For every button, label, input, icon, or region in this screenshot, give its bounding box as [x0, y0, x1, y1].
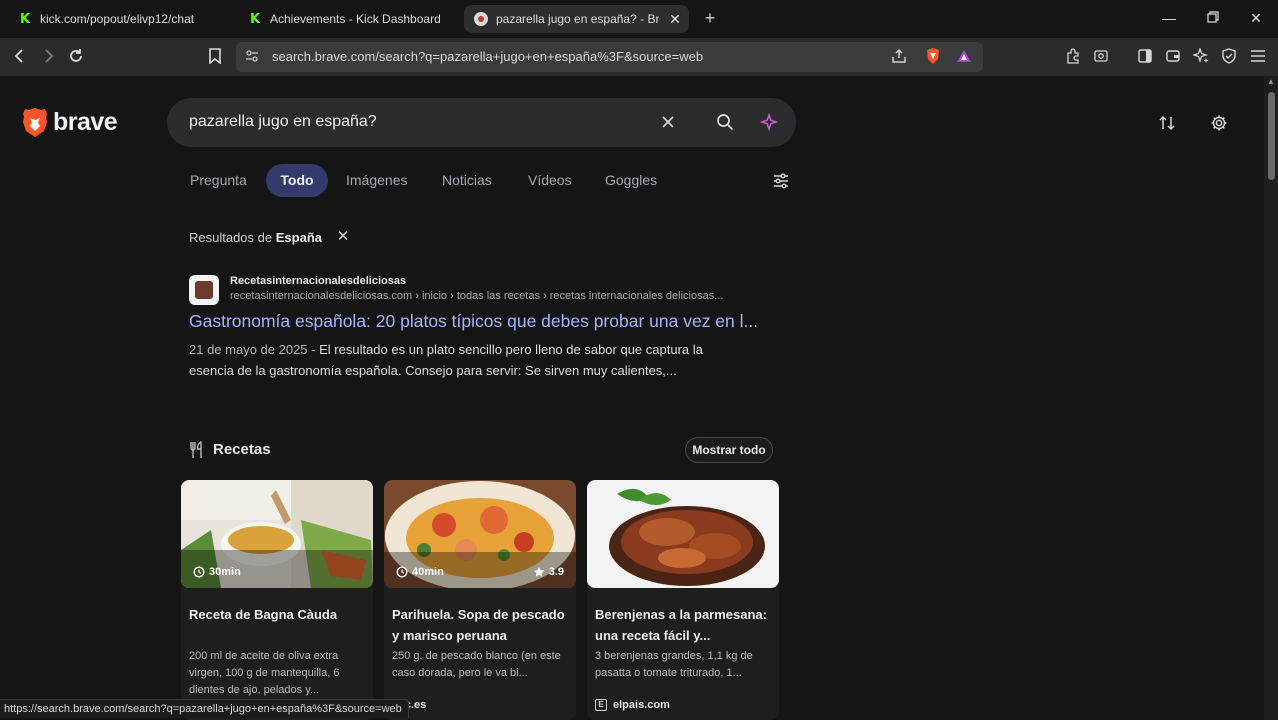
reload-button[interactable] [65, 45, 87, 67]
clock-icon [193, 566, 205, 578]
result-snippet: 21 de mayo de 2025 - El resultado es un … [189, 339, 749, 381]
region-prefix: Resultados de [189, 230, 273, 245]
recipe-time: 30min [193, 566, 241, 578]
region-filter: Resultados de España [189, 230, 322, 245]
back-button[interactable] [9, 45, 31, 67]
brave-shields-icon[interactable] [922, 45, 944, 67]
browser-tab-kick-dashboard[interactable]: K Achievements - Kick Dashboard [238, 5, 460, 33]
clock-icon [396, 566, 408, 578]
recipe-source[interactable]: E elpais.com [595, 699, 670, 711]
kick-icon: K [249, 11, 261, 27]
star-icon [533, 566, 545, 577]
recipe-rating: 3.9 [533, 566, 564, 578]
tab-strip: K kick.com/popout/elivp12/chat K Achieve… [0, 0, 1278, 38]
bookmark-icon[interactable] [204, 45, 226, 67]
status-bar-url: https://search.brave.com/search?q=pazare… [0, 699, 409, 718]
recipe-title[interactable]: Parihuela. Sopa de pescado y marisco per… [392, 604, 572, 646]
url-text[interactable]: search.brave.com/search?q=pazarella+jugo… [272, 49, 703, 64]
settings-gear-icon[interactable] [1208, 112, 1230, 134]
scroll-up-arrow[interactable]: ▲ [1266, 78, 1276, 86]
recipe-title[interactable]: Receta de Bagna Càuda [189, 604, 369, 625]
menu-icon[interactable] [1247, 45, 1269, 67]
share-icon[interactable] [888, 45, 910, 67]
tab-title: pazarella jugo en españa? - Brav [496, 12, 659, 26]
recipe-time-value: 30min [209, 566, 241, 578]
tab-todo-label[interactable]: Todo [266, 172, 328, 188]
recipe-time-value: 40min [412, 566, 444, 578]
recipes-heading: Recetas [213, 441, 271, 458]
close-tab-icon[interactable]: ✕ [667, 11, 683, 27]
show-all-button[interactable]: Mostrar todo [685, 437, 773, 463]
tab-title: kick.com/popout/elivp12/chat [40, 12, 195, 26]
recipe-title[interactable]: Berenjenas a la parmesana: una receta fá… [595, 604, 775, 646]
recipe-rating-value: 3.9 [548, 566, 564, 578]
close-window-button[interactable]: ✕ [1245, 8, 1267, 28]
result-breadcrumb[interactable]: recetasinternacionalesdeliciosas.com › i… [230, 290, 775, 302]
recipe-time: 40min [396, 566, 444, 578]
utensils-icon [190, 441, 202, 458]
minimize-button[interactable]: — [1158, 8, 1180, 28]
search-input[interactable]: pazarella jugo en españa? [189, 113, 377, 131]
filters-icon[interactable] [770, 170, 792, 192]
tab-noticias[interactable]: Noticias [442, 172, 492, 188]
recipe-source-name[interactable]: elpais.com [613, 699, 670, 711]
sidebar-icon[interactable] [1134, 45, 1156, 67]
result-title-link[interactable]: Gastronomía española: 20 platos típicos … [189, 311, 779, 332]
sort-icon[interactable] [1156, 112, 1178, 134]
forward-button[interactable] [37, 45, 59, 67]
browser-tab-kick-chat[interactable]: K kick.com/popout/elivp12/chat [8, 5, 230, 33]
recipe-description: 250 g. de pescado blanco (en este caso d… [392, 650, 561, 679]
tab-pregunta[interactable]: Pregunta [190, 172, 247, 188]
brave-search-icon [474, 12, 488, 26]
tab-title: Achievements - Kick Dashboard [270, 12, 441, 26]
region-country: España [275, 230, 322, 245]
site-settings-icon[interactable] [243, 47, 261, 65]
leo-ai-icon[interactable] [1190, 45, 1212, 67]
ask-ai-icon[interactable] [758, 111, 780, 133]
recipe-card[interactable]: 30min Receta de Bagna Càuda 200 ml de ac… [181, 480, 373, 720]
brave-logo-text: brave [53, 108, 118, 136]
restore-button[interactable] [1202, 8, 1224, 28]
recipe-card[interactable]: Berenjenas a la parmesana: una receta fá… [587, 480, 779, 720]
remove-region-icon[interactable]: ✕ [335, 229, 351, 245]
site-favicon[interactable] [189, 275, 219, 305]
elpais-favicon-icon: E [595, 699, 607, 711]
search-icon[interactable] [714, 111, 736, 133]
recipe-description: 200 ml de aceite de oliva extra virgen, … [189, 650, 340, 696]
brave-rewards-icon[interactable] [953, 45, 975, 67]
new-tab-button[interactable]: + [700, 7, 720, 29]
screenshot-icon[interactable] [1090, 45, 1112, 67]
scrollbar-thumb[interactable] [1268, 92, 1275, 180]
recipe-image[interactable] [587, 480, 779, 588]
vpn-shield-icon[interactable] [1218, 45, 1240, 67]
kick-icon: K [19, 11, 31, 27]
brave-logo[interactable]: brave [22, 107, 118, 138]
recipe-description: 3 berenjenas grandes, 1,1 kg de pasatta … [595, 650, 753, 679]
tab-videos[interactable]: Vídeos [528, 172, 572, 188]
clear-search-icon[interactable] [657, 111, 679, 133]
tab-goggles[interactable]: Goggles [605, 172, 657, 188]
result-date: 21 de mayo de 2025 - [189, 342, 316, 357]
tab-imagenes[interactable]: Imágenes [346, 172, 407, 188]
brave-lion-icon [23, 108, 47, 137]
result-site-name[interactable]: Recetasinternacionalesdeliciosas [230, 275, 406, 287]
browser-tab-brave-search[interactable]: pazarella jugo en españa? - Brav ✕ [464, 5, 689, 33]
wallet-icon[interactable] [1162, 45, 1184, 67]
extensions-icon[interactable] [1062, 45, 1084, 67]
recipe-card[interactable]: 40min 3.9 Parihuela. Sopa de pescado y m… [384, 480, 576, 720]
